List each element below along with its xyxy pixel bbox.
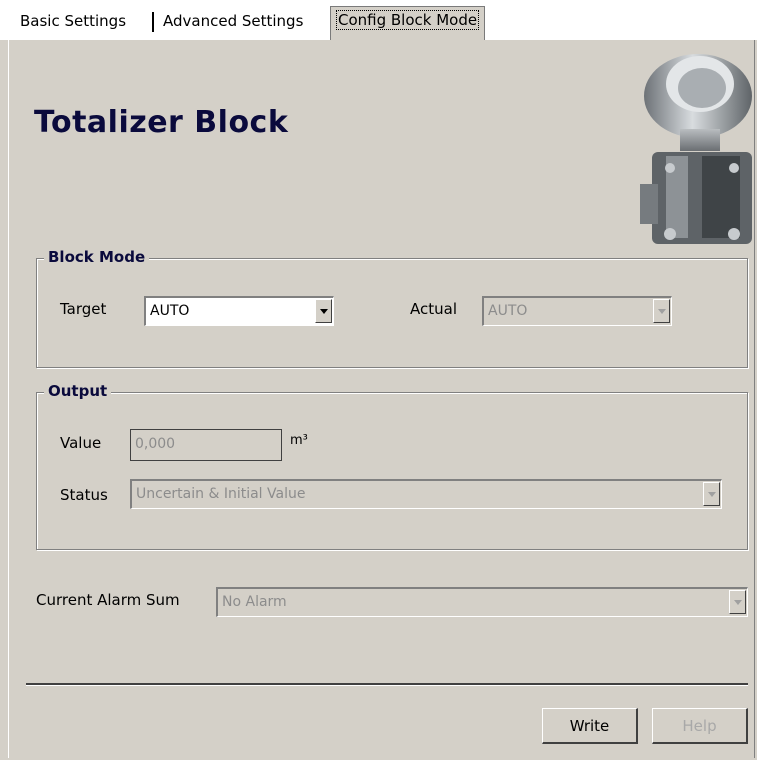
target-label: Target bbox=[60, 300, 107, 318]
tab-strip: Basic Settings Advanced Settings Config … bbox=[0, 0, 757, 40]
chevron-down-icon bbox=[729, 590, 746, 614]
unit-label: m³ bbox=[290, 433, 308, 448]
target-select-value: AUTO bbox=[150, 303, 190, 319]
help-button: Help bbox=[652, 708, 748, 744]
target-select[interactable]: AUTO bbox=[144, 296, 334, 326]
transmitter-device-image bbox=[640, 54, 752, 244]
output-group bbox=[36, 392, 748, 550]
output-value-text: 0,000 bbox=[135, 436, 176, 452]
actual-label: Actual bbox=[410, 300, 457, 318]
footer-separator bbox=[26, 683, 748, 686]
status-label: Status bbox=[60, 486, 108, 504]
output-value-field: 0,000 bbox=[130, 429, 282, 461]
chevron-down-icon bbox=[703, 482, 720, 506]
block-mode-group-label: Block Mode bbox=[44, 248, 150, 266]
chevron-down-icon bbox=[653, 299, 670, 323]
page-title: Totalizer Block bbox=[34, 105, 289, 140]
status-select-value: Uncertain & Initial Value bbox=[136, 486, 306, 502]
actual-select-value: AUTO bbox=[488, 303, 528, 319]
alarm-sum-value: No Alarm bbox=[222, 594, 287, 610]
output-group-label: Output bbox=[44, 382, 112, 400]
status-select: Uncertain & Initial Value bbox=[130, 479, 722, 509]
tab-config-block-mode-label: Config Block Mode bbox=[335, 10, 480, 30]
tab-config-block-mode[interactable]: Config Block Mode bbox=[330, 6, 486, 40]
chevron-down-icon[interactable] bbox=[315, 299, 332, 323]
alarm-sum-label: Current Alarm Sum bbox=[36, 591, 180, 609]
alarm-sum-select: No Alarm bbox=[216, 587, 748, 617]
write-button[interactable]: Write bbox=[542, 708, 638, 744]
tab-basic-settings[interactable]: Basic Settings bbox=[14, 8, 132, 36]
value-label: Value bbox=[60, 434, 102, 452]
tab-separator bbox=[152, 12, 154, 32]
actual-select: AUTO bbox=[482, 296, 672, 326]
tab-advanced-settings[interactable]: Advanced Settings bbox=[157, 8, 309, 36]
